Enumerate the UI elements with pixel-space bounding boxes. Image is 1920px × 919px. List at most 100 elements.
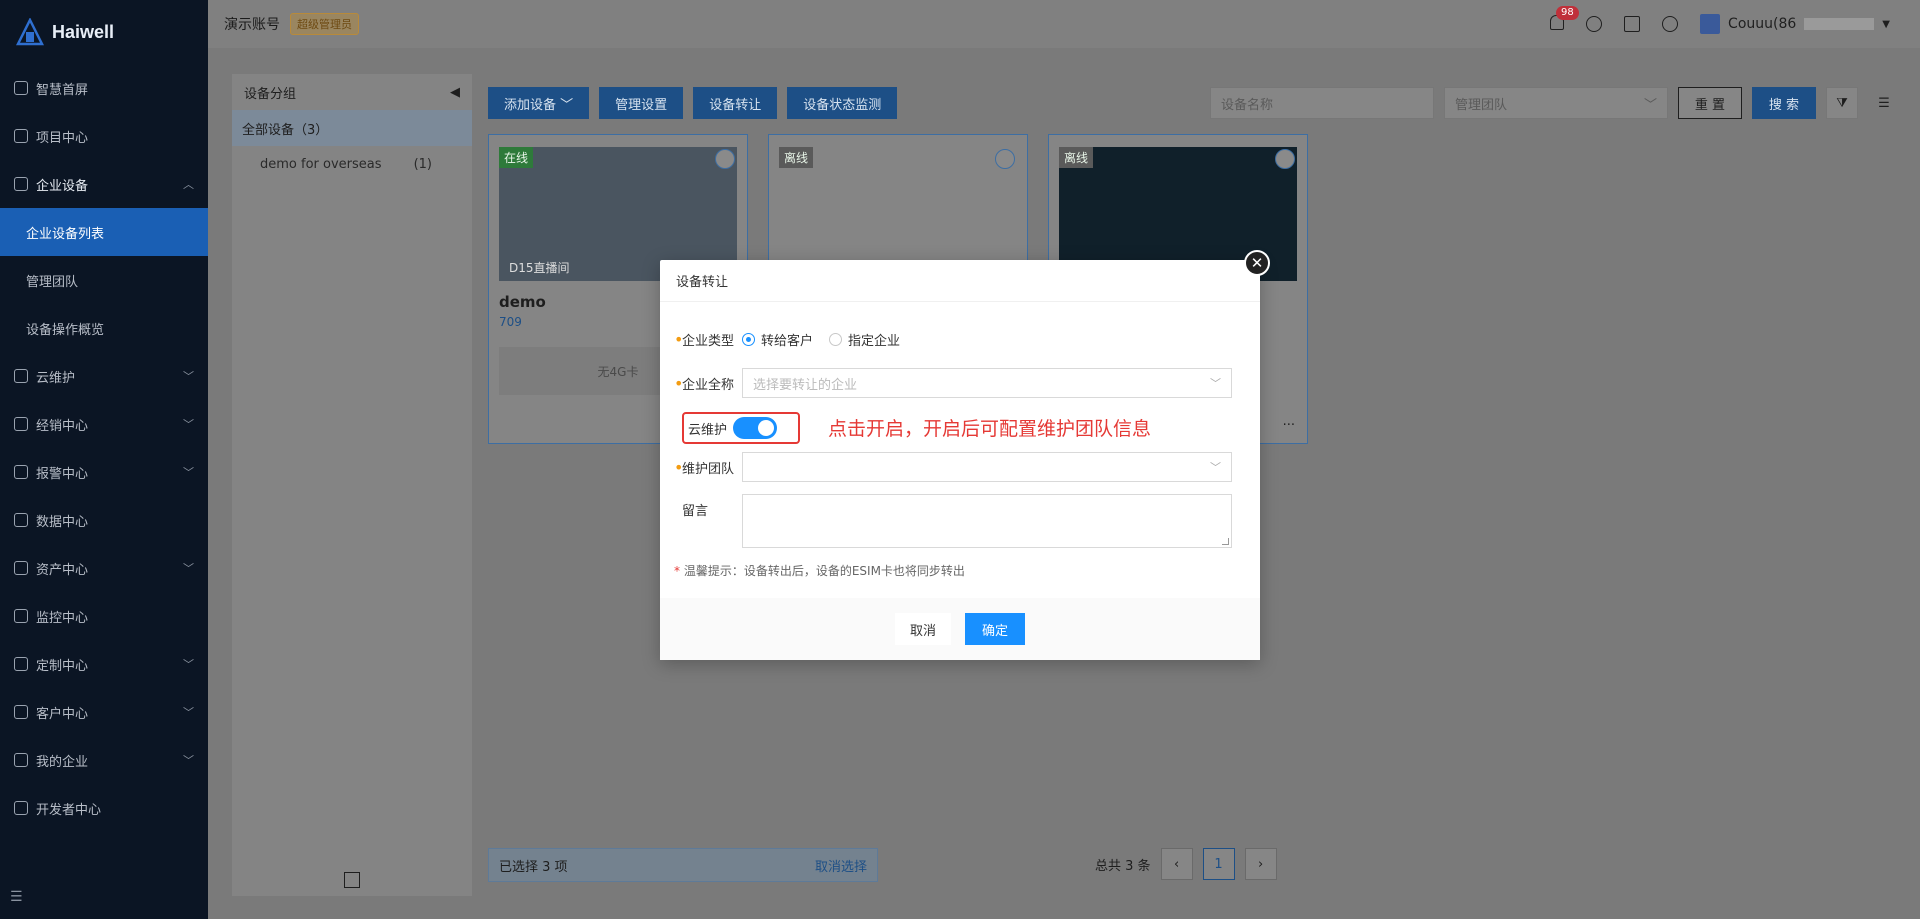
close-icon[interactable]: ✕ [1244,250,1270,276]
transfer-dialog: 设备转让 ✕ • 企业类型 转给客户 指定企业 • 企业全称 选择要转让的企业 ﹀… [660,250,1270,660]
search-button[interactable]: 搜 索 [1752,87,1816,119]
field-label: 留言 [682,504,709,519]
cloud-maintenance-highlight: 云维护 [682,412,800,444]
toolbar: 添加设备 ﹀ 管理设置 设备转让 设备状态监测 [488,87,898,119]
button-label: 添加设备 [504,97,557,113]
chevron-up-icon: ︿ [183,178,194,191]
group-item[interactable]: demo for overseas (1) [232,146,472,182]
list-view-icon[interactable]: ☰ [1868,87,1900,119]
required-mark: • [674,457,684,477]
more-icon[interactable]: ··· [1283,418,1295,433]
maintenance-team-select[interactable]: ﹀ [742,452,1232,482]
nav-label: 智慧首屏 [36,82,89,98]
group-name: demo for overseas [260,156,382,172]
radio-transfer-customer[interactable]: 转给客户 [742,330,813,349]
redacted-text [1804,18,1875,30]
nav-custom-center[interactable]: 定制中心 ﹀ [0,640,208,688]
add-group-icon[interactable] [344,872,360,888]
maintenance-team-row: • 维护团队 ﹀ [674,452,1232,482]
page-button[interactable]: 1 [1202,848,1235,880]
collapse-left-icon[interactable]: ◀ [450,85,460,100]
help-icon[interactable] [1662,16,1679,32]
status-monitor-button[interactable]: 设备状态监测 [787,87,898,119]
user-menu[interactable]: Couuu(86 ▼ [1700,14,1890,34]
nav-label: 数据中心 [36,514,89,530]
nav-label: 定制中心 [36,658,89,674]
dialog-title: 设备转让 [660,260,1260,302]
tip-content: 温馨提示：设备转出后，设备的ESIM卡也将同步转出 [683,564,965,578]
camera-icon [14,609,28,623]
group-all-devices[interactable]: 全部设备（3） [232,110,472,146]
team-select[interactable]: 管理团队 ﹀ [1444,87,1668,119]
device-name: demo [499,293,546,311]
dialog-footer: 取消 确定 [660,598,1260,660]
confirm-button[interactable]: 确定 [965,613,1025,645]
nav-asset-center[interactable]: 资产中心 ﹀ [0,544,208,592]
nav-project-center[interactable]: 项目中心 [0,112,208,160]
checkbox-checked-icon[interactable] [1275,149,1295,169]
enterprise-name-row: • 企业全称 选择要转让的企业 ﹀ [674,368,1232,398]
nav-enterprise-devices[interactable]: 企业设备 ︿ [0,160,208,208]
nav-developer-center[interactable]: 开发者中心 [0,784,208,832]
screen-icon [14,81,28,95]
sub-device-list[interactable]: 企业设备列表 [0,208,208,256]
checkbox-checked-icon[interactable] [995,149,1015,169]
field-label: 维护团队 [682,461,735,477]
annotation-text: 点击开启，开启后可配置维护团队信息 [828,418,1152,440]
status-badge: 离线 [779,147,814,168]
sidebar: Haiwell 智慧首屏 项目中心 企业设备 ︿ 企业设备列表 管理团队 设备操作… [0,0,208,919]
haiwell-logo-icon [15,17,45,46]
next-page-button[interactable]: › [1244,848,1277,880]
checkbox-checked-icon[interactable] [715,149,735,169]
status-badge: 在线 [499,147,534,168]
nav-dealer-center[interactable]: 经销中心 ﹀ [0,400,208,448]
nav-label: 客户中心 [36,706,89,722]
device-transfer-button[interactable]: 设备转让 [693,87,778,119]
avatar [1700,14,1721,34]
required-mark: • [674,373,684,393]
project-icon [14,129,28,143]
message-textarea[interactable] [742,494,1232,548]
prev-page-button[interactable]: ‹ [1160,848,1193,880]
nav-alarm-center[interactable]: 报警中心 ﹀ [0,448,208,496]
chevron-down-icon: ﹀ [560,97,574,113]
radio-unchecked-icon [829,333,843,346]
nav-label: 资产中心 [36,562,89,578]
alarm-icon [14,465,28,479]
add-device-button[interactable]: 添加设备 ﹀ [488,87,590,119]
notification-button[interactable]: 98 [1550,5,1579,34]
globe-icon[interactable] [1586,16,1603,32]
developer-icon [14,801,28,815]
sub-device-operation[interactable]: 设备操作概览 [0,304,208,352]
reset-button[interactable]: 重 置 [1678,87,1742,119]
notification-count: 98 [1556,5,1579,20]
filter-icon[interactable]: ⧩ [1826,87,1858,119]
chevron-down-icon: ﹀ [183,754,194,767]
radio-specify-enterprise[interactable]: 指定企业 [829,330,900,349]
device-name-input[interactable]: 设备名称 [1210,87,1434,119]
customer-icon [14,705,28,719]
required-mark: • [674,330,684,349]
manage-settings-button[interactable]: 管理设置 [599,87,684,119]
group-count: (1) [413,156,432,172]
cloud-maintenance-toggle[interactable] [733,417,778,439]
cancel-selection-link[interactable]: 取消选择 [815,856,867,875]
nav-label: 企业设备 [36,178,89,194]
nav-monitor-center[interactable]: 监控中心 [0,592,208,640]
nav-data-center[interactable]: 数据中心 [0,496,208,544]
enterprise-select[interactable]: 选择要转让的企业 ﹀ [742,368,1232,398]
store-icon[interactable] [1624,16,1641,32]
message-row: 留言 [674,494,1232,548]
nav-customer-center[interactable]: 客户中心 ﹀ [0,688,208,736]
logo[interactable]: Haiwell [0,0,208,64]
cancel-button[interactable]: 取消 [895,613,951,645]
nav-smart-screen[interactable]: 智慧首屏 [0,64,208,112]
radio-label: 转给客户 [761,334,814,349]
data-icon [14,513,28,527]
nav-my-enterprise[interactable]: 我的企业 ﹀ [0,736,208,784]
nav-label: 我的企业 [36,754,89,770]
field-label: 云维护 [688,422,728,438]
nav-cloud-maintenance[interactable]: 云维护 ﹀ [0,352,208,400]
sub-management-team[interactable]: 管理团队 [0,256,208,304]
collapse-menu-icon[interactable]: ☰ [10,889,23,905]
